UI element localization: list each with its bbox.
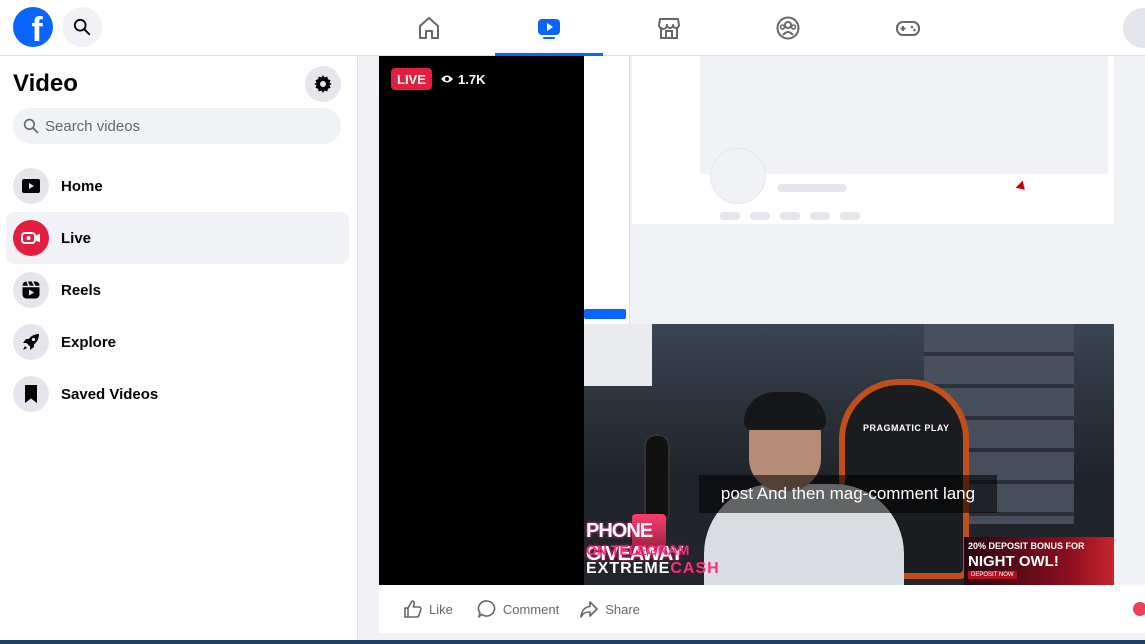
search-icon [23,118,39,134]
share-label: Share [605,601,640,617]
reels-icon [13,272,49,308]
top-navigation-bar: f [0,0,1145,56]
video-search-box[interactable] [13,108,341,144]
player-edge [1114,56,1145,585]
account-avatar[interactable] [1123,8,1145,48]
promo-line-2: ON TELEGRAM [586,542,690,558]
comment-bubble-icon [477,600,496,618]
placeholder-line [810,212,830,220]
nav-tab-video[interactable] [495,0,603,56]
placeholder-line [780,212,800,220]
share-button[interactable]: Share [571,591,648,627]
giveaway-overlay: PHONE GIVEAWAY ON TELEGRAM EXTREMECASH [584,520,719,585]
comment-label: Comment [502,601,560,617]
nav-tab-marketplace[interactable] [615,0,723,56]
settings-button[interactable] [305,66,341,102]
sidebar-item-label: Reels [61,281,102,299]
banner-line-3: DEPOSIT NOW [968,571,1017,579]
search-icon [73,18,91,36]
gaming-icon [896,21,920,36]
shared-screen-button [584,309,626,319]
gear-icon [314,75,332,93]
banner-line-1: 20% DEPOSIT BONUS FOR [968,541,1085,551]
placeholder-line [750,212,770,220]
promo-line-3: EXTREMECASH [586,560,720,577]
live-video-player[interactable]: PRAGMATIC PLAY PHONE GIVEAWAY ON TELEGRA… [379,56,1145,585]
live-caption: post And then mag-comment lang [699,475,997,513]
shared-screen-cover [700,56,1108,174]
webcam-feed: PRAGMATIC PLAY PHONE GIVEAWAY ON TELEGRA… [584,324,1114,585]
video-home-icon [13,168,49,204]
shared-screen-panel [584,56,630,324]
chair-brand-text: PRAGMATIC PLAY [863,423,950,433]
live-badge: LIVE [391,68,432,90]
placeholder-line [720,212,740,220]
nav-tab-home[interactable] [375,0,483,56]
placeholder-line [840,212,860,220]
nav-tab-groups[interactable] [734,0,842,56]
live-camera-icon [13,220,49,256]
search-button[interactable] [62,7,102,47]
bookmark-icon [13,376,49,412]
love-reaction-icon[interactable] [1131,600,1145,618]
share-arrow-icon [580,601,599,618]
viewer-count: 1.7K [440,70,485,88]
like-button[interactable]: Like [395,591,461,627]
video-menu: Home Live Reels Explore Saved Videos [6,160,349,420]
shared-screen-profile-card [632,56,1114,224]
night-owl-banner: 20% DEPOSIT BONUS FOR NIGHT OWL! DEPOSIT… [964,537,1114,585]
streamer-hair [744,392,826,430]
sidebar-item-saved-videos[interactable]: Saved Videos [6,368,349,420]
microphone [644,434,670,524]
nav-tab-gaming[interactable] [854,0,962,56]
placeholder-line [777,184,847,192]
sidebar-item-reels[interactable]: Reels [6,264,349,316]
sidebar-item-label: Live [61,229,92,247]
sidebar-item-label: Explore [61,333,117,351]
home-icon [419,17,439,39]
mouse-cursor-icon [1015,180,1029,194]
banner-line-2: NIGHT OWL! [968,553,1059,570]
eye-icon [441,75,453,83]
search-videos-input[interactable] [45,117,325,135]
facebook-logo[interactable]: f [13,7,53,47]
sidebar-title: Video [13,70,78,97]
shared-screen-area [584,56,1114,324]
thumbs-up-icon [404,600,422,618]
webcam-thumbnail-overlay [584,324,652,386]
video-action-bar: Like Comment Share [379,585,1145,633]
sidebar-item-label: Saved Videos [61,385,159,403]
sidebar-item-label: Home [61,177,103,195]
sidebar-item-live[interactable]: Live [6,212,349,264]
video-icon [538,19,560,39]
like-label: Like [429,601,453,617]
sidebar-item-explore[interactable]: Explore [6,316,349,368]
marketplace-icon [658,18,680,39]
groups-icon [776,16,800,40]
sidebar-item-home[interactable]: Home [6,160,349,212]
comment-button[interactable]: Comment [469,591,567,627]
viewer-count-value: 1.7K [458,71,486,87]
taskbar-edge [0,640,1145,644]
rocket-icon [13,324,49,360]
shared-screen-avatar [710,148,766,204]
video-sidebar: Video Home Live Reels [0,56,358,644]
